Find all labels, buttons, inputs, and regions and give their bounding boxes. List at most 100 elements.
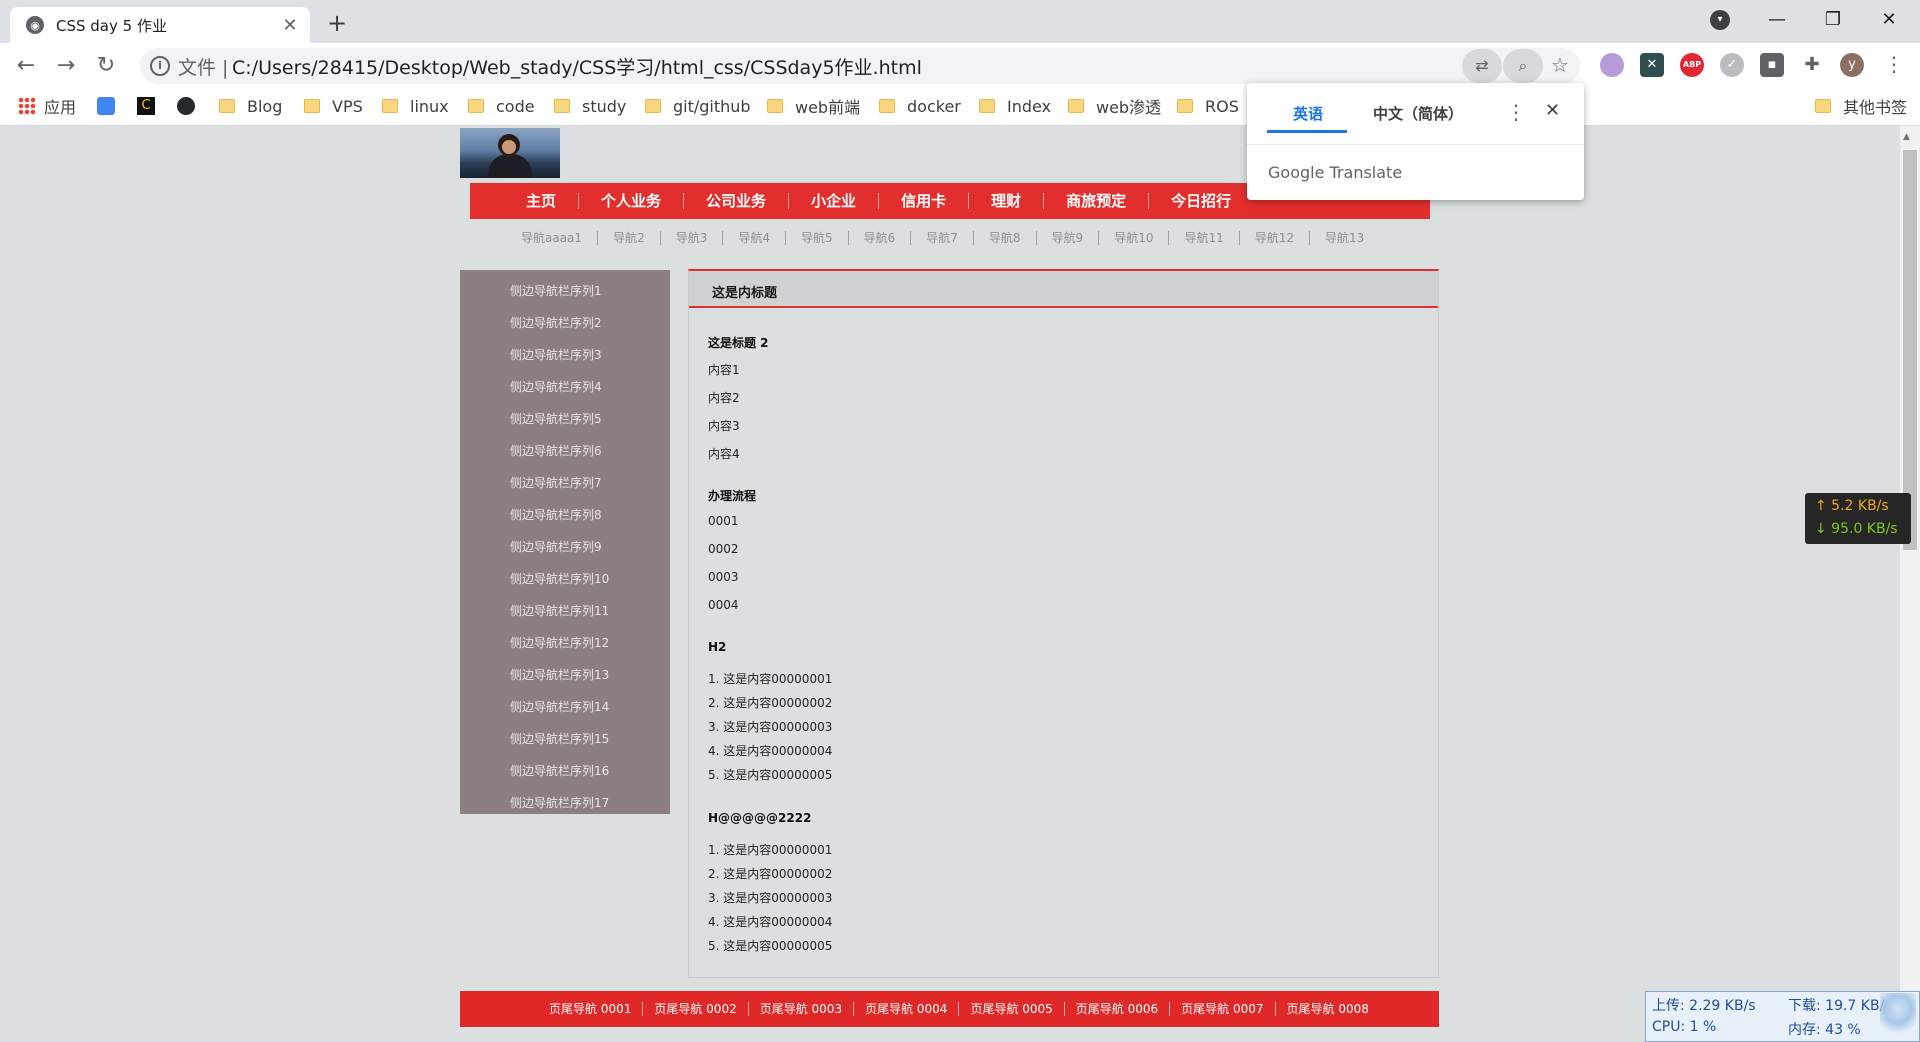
translate-tab-target[interactable]: 中文（简体） (1373, 103, 1463, 124)
side-nav-item[interactable]: 侧边导航栏序列14 (510, 698, 609, 715)
footer-nav-item[interactable]: 页尾导航 0008 (1276, 1002, 1380, 1016)
translate-tab-source[interactable]: 英语 (1293, 103, 1323, 124)
section-item: 0001 (708, 514, 739, 528)
bookmark-apps[interactable]: 应用 (18, 96, 76, 117)
back-arrow-icon[interactable]: ← (12, 52, 40, 80)
info-icon[interactable]: i (150, 56, 170, 76)
side-nav-item[interactable]: 侧边导航栏序列6 (510, 442, 602, 459)
extension-check-icon[interactable]: ✓ (1720, 53, 1744, 77)
tab-search-icon[interactable]: ▾ (1710, 10, 1730, 30)
bookmark-translate[interactable] (97, 96, 123, 116)
footer-nav-item[interactable]: 页尾导航 0005 (959, 1002, 1065, 1016)
footer-nav-item[interactable]: 页尾导航 0002 (643, 1002, 749, 1016)
side-nav-item[interactable]: 侧边导航栏序列1 (510, 282, 602, 299)
extension-purple-icon[interactable] (1600, 53, 1624, 77)
new-tab-button[interactable]: + (322, 8, 352, 38)
main-nav-item[interactable]: 个人业务 (579, 193, 685, 209)
main-nav-item[interactable]: 信用卡 (879, 193, 970, 209)
footer-nav-item[interactable]: 页尾导航 0007 (1170, 1002, 1276, 1016)
footer-nav-item[interactable]: 页尾导航 0001 (538, 1002, 644, 1016)
side-nav-item[interactable]: 侧边导航栏序列2 (510, 314, 602, 331)
main-nav-item[interactable]: 公司业务 (684, 193, 790, 209)
footer-nav-item[interactable]: 页尾导航 0003 (749, 1002, 855, 1016)
mascot-icon (1880, 993, 1916, 1039)
sub-nav-item[interactable]: 导航7 (911, 231, 974, 245)
url-text[interactable]: C:/Users/28415/Desktop/Web_stady/CSS学习/h… (232, 53, 922, 80)
section-heading: H@@@@@2222 (708, 811, 812, 825)
sub-nav-item[interactable]: 导航12 (1240, 231, 1311, 245)
close-window-button[interactable]: ✕ (1859, 0, 1919, 40)
bookmark-web-pentest[interactable]: web渗透 (1068, 96, 1161, 117)
side-nav-item[interactable]: 侧边导航栏序列16 (510, 762, 609, 779)
zoom-icon[interactable]: ⌕ (1503, 49, 1543, 83)
maximize-button[interactable]: ❐ (1803, 0, 1863, 40)
sys-download: 下载: 19.7 KB/s (1788, 998, 1892, 1014)
bookmark-github[interactable] (177, 96, 203, 116)
side-nav-item[interactable]: 侧边导航栏序列15 (510, 730, 609, 747)
sub-nav-item[interactable]: 导航4 (723, 231, 786, 245)
forward-arrow-icon[interactable]: → (52, 52, 80, 80)
bookmark-web-frontend[interactable]: web前端 (767, 96, 860, 117)
sub-nav-item[interactable]: 导航aaaa1 (506, 231, 599, 245)
side-nav-item[interactable]: 侧边导航栏序列3 (510, 346, 602, 363)
sub-nav-item[interactable]: 导航13 (1310, 231, 1379, 245)
extension-square-icon[interactable]: ▪ (1760, 53, 1784, 77)
bookmark-index[interactable]: Index (979, 96, 1051, 116)
side-nav-item[interactable]: 侧边导航栏序列13 (510, 666, 609, 683)
puzzle-icon[interactable]: ✚ (1800, 53, 1824, 77)
bookmark-c[interactable]: C (137, 96, 163, 116)
menu-dots-icon[interactable]: ⋮ (1884, 52, 1904, 76)
main-nav-item[interactable]: 理财 (969, 193, 1045, 209)
sub-nav-item[interactable]: 导航5 (786, 231, 849, 245)
sub-nav-item[interactable]: 导航3 (661, 231, 724, 245)
extension-x-icon[interactable]: ✕ (1640, 53, 1664, 77)
bookmark-code[interactable]: code (468, 96, 535, 116)
bookmark-linux[interactable]: linux (382, 96, 449, 116)
side-nav-item[interactable]: 侧边导航栏序列7 (510, 474, 602, 491)
bookmark-star-icon[interactable]: ☆ (1551, 53, 1569, 77)
sub-nav-item[interactable]: 导航2 (598, 231, 661, 245)
bookmark-study[interactable]: study (554, 96, 626, 116)
side-nav-item[interactable]: 侧边导航栏序列4 (510, 378, 602, 395)
bookmark-docker[interactable]: docker (879, 96, 961, 116)
side-nav-item[interactable]: 侧边导航栏序列10 (510, 570, 609, 587)
footer-nav-item[interactable]: 页尾导航 0004 (854, 1002, 960, 1016)
side-nav-item[interactable]: 侧边导航栏序列5 (510, 410, 602, 427)
content-title: 这是内标题 (712, 286, 778, 301)
sub-nav-item[interactable]: 导航10 (1099, 231, 1170, 245)
scrollbar-thumb[interactable] (1903, 150, 1917, 550)
adblock-icon[interactable]: ABP (1680, 53, 1704, 77)
section-item: 4. 这是内容00000004 (708, 915, 833, 929)
bookmark-vps[interactable]: VPS (304, 96, 363, 116)
translate-menu-icon[interactable]: ⋮ (1506, 100, 1526, 124)
translate-page-icon[interactable]: ⇄ (1462, 49, 1502, 83)
scroll-up-icon[interactable]: ▲ (1903, 132, 1910, 142)
side-nav-item[interactable]: 侧边导航栏序列17 (510, 794, 609, 811)
side-nav-item[interactable]: 侧边导航栏序列9 (510, 538, 602, 555)
side-nav-item[interactable]: 侧边导航栏序列8 (510, 506, 602, 523)
sub-nav-item[interactable]: 导航9 (1037, 231, 1100, 245)
side-nav-item[interactable]: 侧边导航栏序列12 (510, 634, 609, 651)
browser-tab[interactable]: ◉ CSS day 5 作业 ✕ (10, 7, 310, 43)
main-nav-item[interactable]: 商旅预定 (1044, 193, 1150, 209)
minimize-button[interactable]: — (1747, 0, 1807, 40)
sub-nav-item[interactable]: 导航8 (974, 231, 1037, 245)
side-nav: 侧边导航栏序列1 侧边导航栏序列2 侧边导航栏序列3 侧边导航栏序列4 侧边导航… (460, 270, 670, 814)
profile-avatar[interactable]: y (1840, 53, 1864, 77)
bookmark-git[interactable]: git/github (645, 96, 751, 116)
side-nav-item[interactable]: 侧边导航栏序列11 (510, 602, 609, 619)
footer-nav-item[interactable]: 页尾导航 0006 (1065, 1002, 1171, 1016)
main-nav-item[interactable]: 主页 (504, 193, 580, 209)
sys-cpu: CPU: 1 % (1652, 1019, 1717, 1035)
close-tab-icon[interactable]: ✕ (278, 15, 302, 36)
folder-icon (382, 99, 398, 113)
main-nav-item[interactable]: 小企业 (789, 193, 880, 209)
bookmark-blog[interactable]: Blog (219, 96, 282, 116)
sub-nav-item[interactable]: 导航6 (849, 231, 912, 245)
bookmark-other[interactable]: 其他书签 (1815, 96, 1907, 117)
main-nav-item[interactable]: 今日招行 (1149, 193, 1253, 209)
sub-nav-item[interactable]: 导航11 (1169, 231, 1240, 245)
translate-close-icon[interactable]: ✕ (1545, 100, 1560, 121)
bookmark-ros[interactable]: ROS (1177, 96, 1239, 116)
reload-icon[interactable]: ↻ (92, 52, 120, 80)
